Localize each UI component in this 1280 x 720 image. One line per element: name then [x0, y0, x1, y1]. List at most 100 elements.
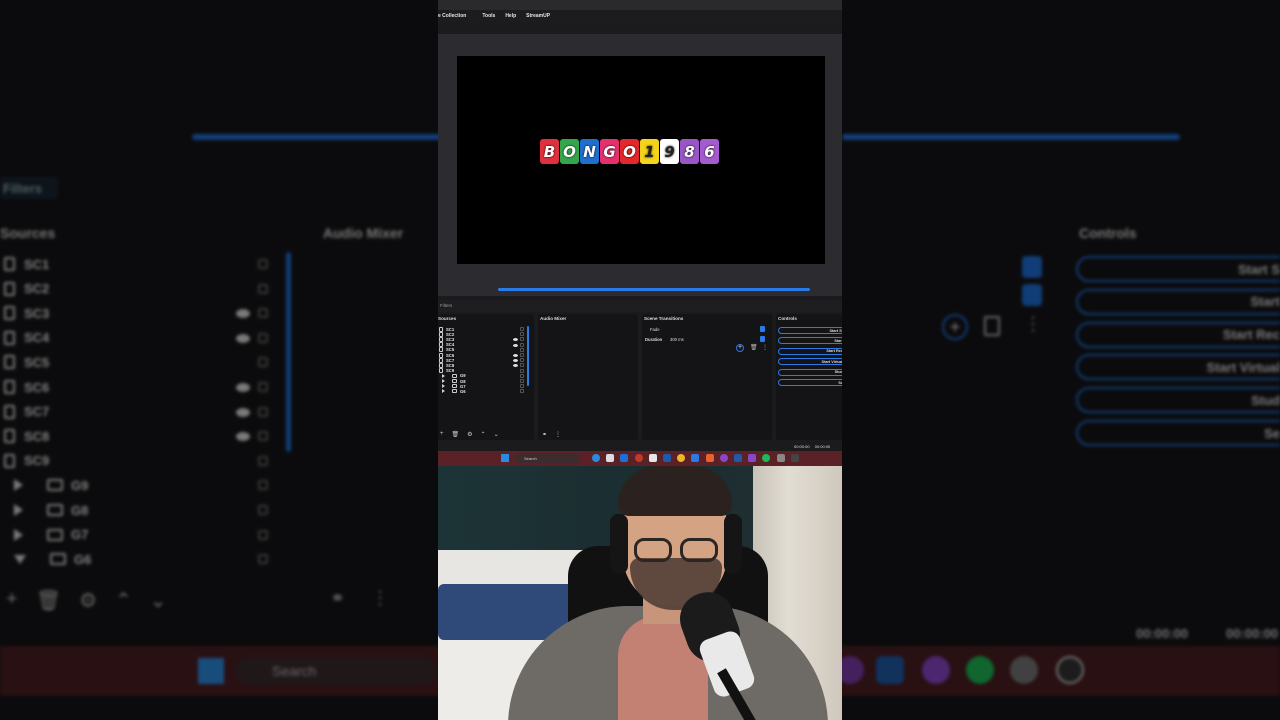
visibility-eye-icon[interactable] — [513, 364, 518, 368]
remove-source-icon[interactable]: 🗑 — [452, 431, 460, 438]
control-button[interactable]: Stud — [778, 368, 842, 376]
bg-control-button: Start — [1076, 288, 1280, 315]
taskbar-app-icon[interactable] — [620, 454, 629, 462]
sources-scrollbar[interactable] — [527, 326, 529, 386]
taskbar-app-icon[interactable] — [606, 454, 615, 462]
menu-help[interactable]: Help — [505, 13, 516, 19]
lock-icon[interactable] — [520, 379, 524, 383]
add-source-icon[interactable]: + — [440, 431, 444, 438]
bg-folder-icon — [47, 479, 63, 492]
bg-source-name: SC3 — [24, 305, 50, 321]
visibility-eye-icon[interactable] — [513, 354, 518, 357]
transition-menu-icon[interactable]: ⋮ — [762, 344, 768, 351]
bg-source-name: SC8 — [24, 428, 50, 444]
bg-blue-scroll — [192, 134, 442, 140]
lock-icon[interactable] — [520, 384, 524, 389]
bg-folder-icon — [50, 553, 66, 566]
bg-file-icon — [4, 404, 15, 419]
bg-source-item: SC3 — [4, 302, 49, 324]
advanced-audio-icon[interactable]: ⚭ — [542, 431, 547, 438]
taskbar-app-icon[interactable] — [734, 454, 742, 462]
move-up-icon[interactable]: ⌃ — [481, 431, 486, 438]
control-button[interactable]: Se — [778, 379, 842, 386]
duration-label: Duration — [645, 337, 663, 342]
control-button[interactable]: Start Rec — [778, 347, 842, 355]
mixer-menu-icon[interactable]: ⋮ — [555, 431, 561, 438]
bg-filters-tab: Filters — [0, 177, 58, 199]
bg-delete-icon: 🗑 — [35, 590, 62, 612]
lock-icon[interactable] — [520, 337, 524, 342]
lock-icon[interactable] — [520, 368, 524, 373]
bg-source-name: SC7 — [24, 404, 50, 420]
transition-select[interactable]: Fade — [650, 327, 660, 332]
lock-icon[interactable] — [520, 332, 524, 337]
expand-arrow-icon[interactable] — [442, 389, 445, 394]
visibility-eye-icon[interactable] — [513, 338, 518, 342]
bg-file-icon — [4, 429, 15, 444]
filters-tab[interactable]: Filters — [438, 300, 842, 312]
logo-letter: 6 — [700, 139, 719, 164]
control-button[interactable]: Start — [778, 337, 842, 345]
taskbar-app-icon[interactable] — [663, 454, 671, 462]
menu-scene-collection[interactable]: e Collection — [438, 13, 466, 19]
transition-select-arrow[interactable] — [760, 326, 765, 332]
lock-icon[interactable] — [520, 363, 524, 368]
headphone-right — [724, 514, 742, 574]
bg-group-name: G7 — [71, 527, 89, 543]
control-button[interactable]: Start Virtual — [778, 358, 842, 366]
sources-toolbar: + 🗑 ⚙ ⌃ ⌄ — [440, 431, 499, 438]
taskbar-app-icon[interactable] — [648, 454, 657, 462]
remove-transition-icon[interactable]: 🗑 — [750, 344, 758, 351]
lock-icon[interactable] — [520, 358, 524, 363]
taskbar-app-icon[interactable] — [719, 454, 728, 462]
lock-icon[interactable] — [520, 347, 524, 352]
duration-spin[interactable] — [760, 336, 765, 342]
control-button[interactable]: Start St — [778, 327, 842, 334]
lock-icon[interactable] — [520, 327, 524, 331]
lock-icon[interactable] — [520, 353, 524, 357]
bg-source-name: SC2 — [24, 281, 50, 297]
bg-windows-icon — [198, 658, 224, 684]
logo-letter: O — [620, 139, 639, 164]
bg-blue-scroll-right — [842, 134, 1180, 140]
menu-streamup[interactable]: StreamUP — [526, 13, 550, 19]
taskbar-app-icon[interactable] — [776, 454, 785, 462]
duration-input[interactable]: 300 ms — [670, 337, 684, 342]
bg-transition-panel — [842, 222, 1052, 608]
move-down-icon[interactable]: ⌄ — [494, 431, 499, 438]
bg-lock-icon — [258, 554, 268, 565]
visibility-eye-icon[interactable] — [513, 343, 518, 347]
bg-audio-panel: Audio Mixer — [308, 222, 438, 608]
audio-mixer-title: Audio Mixer — [540, 316, 567, 321]
bg-expand-icon — [14, 528, 23, 541]
lock-icon[interactable] — [520, 389, 524, 394]
menu-tools[interactable]: Tools — [482, 13, 495, 19]
taskbar-app-icon[interactable] — [592, 454, 600, 462]
webcam-glasses — [634, 538, 724, 562]
source-settings-icon[interactable]: ⚙ — [467, 431, 472, 438]
taskbar-search[interactable]: Search — [514, 453, 580, 463]
taskbar-app-icon[interactable] — [705, 454, 714, 462]
lock-icon[interactable] — [520, 342, 524, 347]
lock-icon[interactable] — [520, 373, 524, 378]
bg-duration-spin — [1022, 284, 1042, 306]
sources-dock: Sources SC1 SC2 SC3 SC4 SC5 SC6 SC7 SC8 SC9 G9 G8 G… — [438, 314, 534, 440]
add-transition-icon[interactable]: + — [736, 344, 744, 352]
bg-up-icon: ⌃ — [115, 590, 132, 612]
visibility-eye-icon[interactable] — [513, 359, 518, 363]
taskbar-app-icon[interactable] — [691, 454, 700, 462]
preview-scrollbar[interactable] — [498, 288, 810, 291]
bg-eye-icon — [236, 333, 250, 343]
preview-canvas[interactable]: BONGO1986 — [457, 56, 825, 264]
taskbar-app-icon[interactable] — [790, 454, 799, 462]
bg-add-icon: + — [6, 588, 18, 610]
group-item[interactable]: G6 — [439, 388, 466, 394]
bg-discord-icon — [922, 656, 950, 684]
taskbar-app-icon[interactable] — [634, 454, 643, 462]
bg-settings-icon — [1010, 656, 1038, 684]
windows-start-icon[interactable] — [501, 454, 509, 462]
headphone-left — [610, 514, 628, 574]
bg-source-item: SC7 — [4, 401, 49, 423]
taskbar-app-icon[interactable] — [748, 454, 757, 462]
bg-group-name: G9 — [71, 477, 89, 493]
